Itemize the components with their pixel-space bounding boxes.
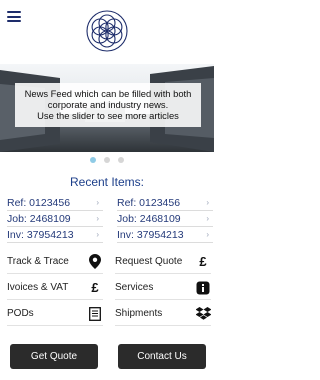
map-pin-icon xyxy=(87,254,103,270)
recent-item[interactable]: Inv: 37954213 › xyxy=(7,227,103,243)
recent-item[interactable]: Ref: 0123456 › xyxy=(117,195,213,211)
menu-label: PODs xyxy=(7,308,34,319)
track-and-trace-button[interactable]: Track & Trace xyxy=(7,250,103,274)
quick-menu-row: Track & Trace Request Quote £ xyxy=(0,250,214,276)
quick-menu-row: Ivoices & VAT £ Services xyxy=(0,276,214,302)
invoices-vat-button[interactable]: Ivoices & VAT £ xyxy=(7,276,103,300)
menu-label: Track & Trace xyxy=(7,256,69,267)
news-feed-line-2: corporate and industry news. xyxy=(47,99,169,110)
chevron-right-icon: › xyxy=(96,198,99,207)
slider-dot-3[interactable] xyxy=(118,157,124,163)
pound-sign-icon: £ xyxy=(91,280,99,295)
hamburger-menu-icon[interactable] xyxy=(7,11,21,22)
shipments-button[interactable]: Shipments xyxy=(115,302,211,326)
news-feed-line-1: News Feed which can be filled with both xyxy=(24,88,192,99)
menu-label: Shipments xyxy=(115,308,163,319)
recent-item-label: Inv: 37954213 xyxy=(7,228,74,241)
dropbox-icon xyxy=(195,306,211,322)
slider-dot-2[interactable] xyxy=(104,157,110,163)
chevron-right-icon: › xyxy=(96,214,99,223)
recent-item-label: Ref: 0123456 xyxy=(7,196,71,209)
info-icon xyxy=(195,280,211,296)
chevron-right-icon: › xyxy=(206,214,209,223)
recent-items-title: Recent Items: xyxy=(69,175,145,189)
services-button[interactable]: Services xyxy=(115,276,211,300)
news-feed-line-3: Use the slider to see more articles xyxy=(37,110,179,121)
recent-item-label: Job: 2468109 xyxy=(7,212,71,225)
app-header xyxy=(0,0,214,62)
chevron-right-icon: › xyxy=(96,230,99,239)
contact-us-button[interactable]: Contact Us xyxy=(118,344,206,369)
document-icon xyxy=(87,306,103,322)
recent-item[interactable]: Ref: 0123456 › xyxy=(7,195,103,211)
recent-item[interactable]: Inv: 37954213 › xyxy=(117,227,213,243)
chevron-right-icon: › xyxy=(206,230,209,239)
menu-label: Services xyxy=(115,282,154,293)
slider-dot-1[interactable] xyxy=(90,157,96,163)
chevron-right-icon: › xyxy=(206,198,209,207)
pound-sign-icon: £ xyxy=(199,254,207,269)
quick-menu-row: PODs Shipments xyxy=(0,302,214,328)
get-quote-button[interactable]: Get Quote xyxy=(10,344,98,369)
recent-item[interactable]: Job: 2468109 › xyxy=(117,211,213,227)
request-quote-button[interactable]: Request Quote £ xyxy=(115,250,211,274)
recent-item-label: Inv: 37954213 xyxy=(117,228,184,241)
news-banner-slider[interactable]: News Feed which can be filled with both … xyxy=(0,64,214,152)
menu-label: Request Quote xyxy=(115,256,183,267)
slider-dots xyxy=(0,157,214,167)
menu-label: Ivoices & VAT xyxy=(7,282,69,293)
recent-item-label: Ref: 0123456 xyxy=(117,196,181,209)
pods-button[interactable]: PODs xyxy=(7,302,103,326)
recent-item-label: Job: 2468109 xyxy=(117,212,181,225)
recent-items-left: Ref: 0123456 › Job: 2468109 › Inv: 37954… xyxy=(7,195,103,243)
news-feed-caption: News Feed which can be filled with both … xyxy=(15,83,201,127)
recent-item[interactable]: Job: 2468109 › xyxy=(7,211,103,227)
brand-logo xyxy=(86,10,128,52)
recent-items-right: Ref: 0123456 › Job: 2468109 › Inv: 37954… xyxy=(117,195,213,243)
